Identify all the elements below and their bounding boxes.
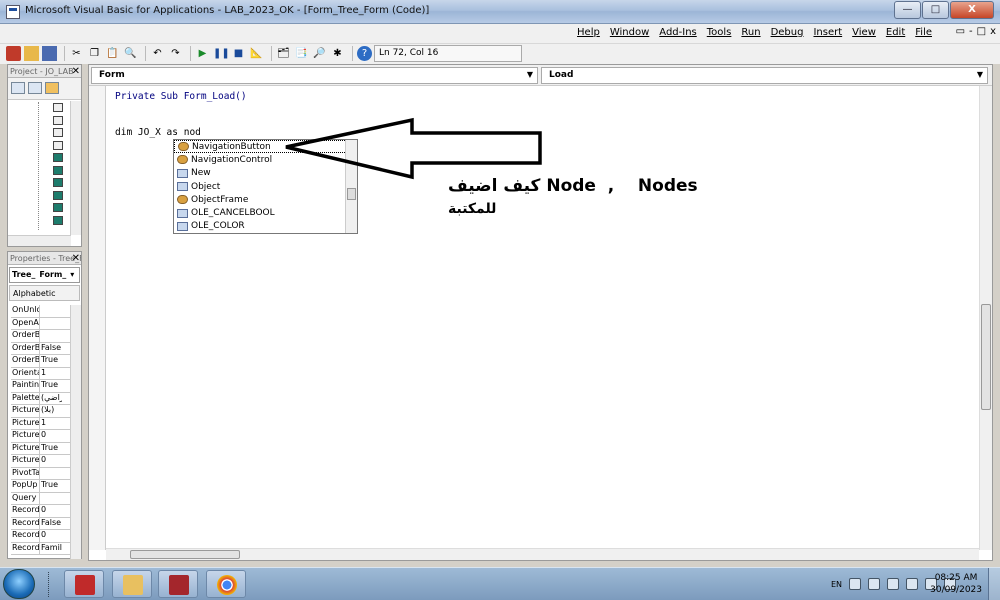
clock-date: 30/09/2023 [930, 585, 982, 595]
taskbar-app-access[interactable] [158, 570, 198, 598]
taskbar-app-chrome[interactable] [206, 570, 246, 598]
bluetooth-icon[interactable] [868, 578, 880, 590]
language-indicator[interactable]: EN [831, 580, 842, 589]
taskbar-separator [48, 572, 58, 597]
security-icon[interactable] [887, 578, 899, 590]
access-icon [169, 575, 189, 595]
start-button[interactable] [3, 569, 35, 599]
taskbar: EN 08:25 AM 30/09/2023 [0, 567, 1000, 600]
taskbar-app-rt[interactable] [64, 570, 104, 598]
annotation-arrow [285, 117, 542, 180]
taskbar-app-explorer[interactable] [112, 570, 152, 598]
rt-app-icon [75, 575, 95, 595]
annotation-text-2: للمكتبة [448, 201, 497, 217]
clock[interactable]: 08:25 AM 30/09/2023 [930, 572, 982, 596]
folder-icon [123, 575, 143, 595]
arrow-shape [285, 117, 542, 180]
clock-time: 08:25 AM [934, 573, 978, 583]
flag-icon[interactable] [906, 578, 918, 590]
annotation-text: كيف اضيف Node , Nodes [448, 176, 698, 196]
chrome-icon [217, 575, 237, 595]
show-desktop-button[interactable] [988, 568, 1000, 600]
network-icon[interactable] [849, 578, 861, 590]
